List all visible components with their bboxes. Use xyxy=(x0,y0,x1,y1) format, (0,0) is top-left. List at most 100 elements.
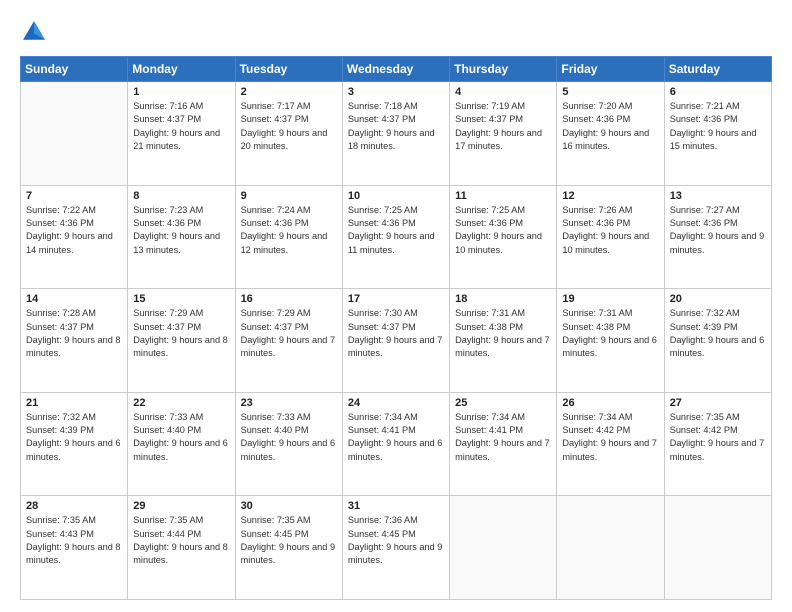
page: SundayMondayTuesdayWednesdayThursdayFrid… xyxy=(0,0,792,612)
day-number: 12 xyxy=(562,190,658,202)
calendar-week-row: 21 Sunrise: 7:32 AMSunset: 4:39 PMDayligh… xyxy=(21,392,772,496)
day-number: 5 xyxy=(562,86,658,98)
day-info: Sunrise: 7:26 AMSunset: 4:36 PMDaylight:… xyxy=(562,204,658,257)
calendar-cell: 29Sunrise: 7:35 AMSunset: 4:44 PMDayligh… xyxy=(128,496,235,600)
day-number: 17 xyxy=(348,293,444,305)
day-info: Sunrise: 7:34 AMSunset: 4:42 PMDaylight:… xyxy=(562,411,658,464)
calendar-cell: 9 Sunrise: 7:24 AMSunset: 4:36 PMDaylight… xyxy=(235,185,342,289)
weekday-header: Friday xyxy=(557,57,664,82)
day-info: Sunrise: 7:17 AMSunset: 4:37 PMDaylight:… xyxy=(241,100,337,153)
calendar-cell: 10 Sunrise: 7:25 AMSunset: 4:36 PMDayligh… xyxy=(342,185,449,289)
day-info: Sunrise: 7:31 AMSunset: 4:38 PMDaylight:… xyxy=(455,307,551,360)
day-info: Sunrise: 7:34 AMSunset: 4:41 PMDaylight:… xyxy=(455,411,551,464)
weekday-header: Sunday xyxy=(21,57,128,82)
day-number: 20 xyxy=(670,293,766,305)
calendar-cell: 23 Sunrise: 7:33 AMSunset: 4:40 PMDayligh… xyxy=(235,392,342,496)
calendar-cell: 11Sunrise: 7:25 AMSunset: 4:36 PMDayligh… xyxy=(450,185,557,289)
calendar-cell: 22 Sunrise: 7:33 AMSunset: 4:40 PMDayligh… xyxy=(128,392,235,496)
day-info: Sunrise: 7:35 AMSunset: 4:42 PMDaylight:… xyxy=(670,411,766,464)
day-info: Sunrise: 7:29 AMSunset: 4:37 PMDaylight:… xyxy=(241,307,337,360)
calendar-cell: 8 Sunrise: 7:23 AMSunset: 4:36 PMDaylight… xyxy=(128,185,235,289)
day-number: 16 xyxy=(241,293,337,305)
day-info: Sunrise: 7:32 AMSunset: 4:39 PMDaylight:… xyxy=(670,307,766,360)
day-number: 30 xyxy=(241,500,337,512)
day-number: 24 xyxy=(348,397,444,409)
calendar-cell: 19 Sunrise: 7:31 AMSunset: 4:38 PMDayligh… xyxy=(557,289,664,393)
day-info: Sunrise: 7:33 AMSunset: 4:40 PMDaylight:… xyxy=(133,411,229,464)
day-info: Sunrise: 7:23 AMSunset: 4:36 PMDaylight:… xyxy=(133,204,229,257)
day-number: 21 xyxy=(26,397,122,409)
logo xyxy=(20,18,52,46)
calendar-table: SundayMondayTuesdayWednesdayThursdayFrid… xyxy=(20,56,772,600)
calendar-cell: 6Sunrise: 7:21 AMSunset: 4:36 PMDaylight… xyxy=(664,82,771,186)
day-number: 6 xyxy=(670,86,766,98)
calendar-week-row: 28Sunrise: 7:35 AMSunset: 4:43 PMDayligh… xyxy=(21,496,772,600)
calendar-cell: 25 Sunrise: 7:34 AMSunset: 4:41 PMDayligh… xyxy=(450,392,557,496)
day-number: 14 xyxy=(26,293,122,305)
day-info: Sunrise: 7:20 AMSunset: 4:36 PMDaylight:… xyxy=(562,100,658,153)
day-number: 15 xyxy=(133,293,229,305)
day-number: 7 xyxy=(26,190,122,202)
calendar-week-row: 1 Sunrise: 7:16 AMSunset: 4:37 PMDaylight… xyxy=(21,82,772,186)
calendar-cell: 7 Sunrise: 7:22 AMSunset: 4:36 PMDaylight… xyxy=(21,185,128,289)
calendar-cell: 27 Sunrise: 7:35 AMSunset: 4:42 PMDayligh… xyxy=(664,392,771,496)
day-info: Sunrise: 7:27 AMSunset: 4:36 PMDaylight:… xyxy=(670,204,766,257)
weekday-header: Thursday xyxy=(450,57,557,82)
day-info: Sunrise: 7:33 AMSunset: 4:40 PMDaylight:… xyxy=(241,411,337,464)
weekday-header: Monday xyxy=(128,57,235,82)
weekday-header: Tuesday xyxy=(235,57,342,82)
day-number: 31 xyxy=(348,500,444,512)
calendar-cell xyxy=(664,496,771,600)
day-number: 10 xyxy=(348,190,444,202)
day-info: Sunrise: 7:22 AMSunset: 4:36 PMDaylight:… xyxy=(26,204,122,257)
day-number: 28 xyxy=(26,500,122,512)
calendar-cell: 31 Sunrise: 7:36 AMSunset: 4:45 PMDayligh… xyxy=(342,496,449,600)
day-info: Sunrise: 7:16 AMSunset: 4:37 PMDaylight:… xyxy=(133,100,229,153)
day-number: 27 xyxy=(670,397,766,409)
day-number: 3 xyxy=(348,86,444,98)
day-number: 26 xyxy=(562,397,658,409)
day-number: 19 xyxy=(562,293,658,305)
day-number: 11 xyxy=(455,190,551,202)
calendar-cell: 17 Sunrise: 7:30 AMSunset: 4:37 PMDayligh… xyxy=(342,289,449,393)
calendar-week-row: 7 Sunrise: 7:22 AMSunset: 4:36 PMDaylight… xyxy=(21,185,772,289)
day-number: 22 xyxy=(133,397,229,409)
day-info: Sunrise: 7:34 AMSunset: 4:41 PMDaylight:… xyxy=(348,411,444,464)
day-info: Sunrise: 7:31 AMSunset: 4:38 PMDaylight:… xyxy=(562,307,658,360)
calendar-cell: 30Sunrise: 7:35 AMSunset: 4:45 PMDayligh… xyxy=(235,496,342,600)
day-number: 1 xyxy=(133,86,229,98)
calendar-cell: 1 Sunrise: 7:16 AMSunset: 4:37 PMDaylight… xyxy=(128,82,235,186)
header xyxy=(20,18,772,46)
day-number: 18 xyxy=(455,293,551,305)
day-info: Sunrise: 7:30 AMSunset: 4:37 PMDaylight:… xyxy=(348,307,444,360)
day-info: Sunrise: 7:24 AMSunset: 4:36 PMDaylight:… xyxy=(241,204,337,257)
calendar-cell: 12 Sunrise: 7:26 AMSunset: 4:36 PMDayligh… xyxy=(557,185,664,289)
day-info: Sunrise: 7:29 AMSunset: 4:37 PMDaylight:… xyxy=(133,307,229,360)
day-info: Sunrise: 7:25 AMSunset: 4:36 PMDaylight:… xyxy=(348,204,444,257)
calendar-cell xyxy=(557,496,664,600)
day-number: 13 xyxy=(670,190,766,202)
calendar-cell: 14 Sunrise: 7:28 AMSunset: 4:37 PMDayligh… xyxy=(21,289,128,393)
day-number: 4 xyxy=(455,86,551,98)
day-info: Sunrise: 7:19 AMSunset: 4:37 PMDaylight:… xyxy=(455,100,551,153)
weekday-header: Saturday xyxy=(664,57,771,82)
calendar-cell: 5 Sunrise: 7:20 AMSunset: 4:36 PMDaylight… xyxy=(557,82,664,186)
day-number: 9 xyxy=(241,190,337,202)
calendar-cell xyxy=(21,82,128,186)
day-info: Sunrise: 7:35 AMSunset: 4:44 PMDaylight:… xyxy=(133,514,229,567)
day-number: 25 xyxy=(455,397,551,409)
day-info: Sunrise: 7:32 AMSunset: 4:39 PMDaylight:… xyxy=(26,411,122,464)
calendar-cell: 26 Sunrise: 7:34 AMSunset: 4:42 PMDayligh… xyxy=(557,392,664,496)
day-number: 8 xyxy=(133,190,229,202)
calendar-cell: 3Sunrise: 7:18 AMSunset: 4:37 PMDaylight… xyxy=(342,82,449,186)
day-info: Sunrise: 7:36 AMSunset: 4:45 PMDaylight:… xyxy=(348,514,444,567)
calendar-cell: 16 Sunrise: 7:29 AMSunset: 4:37 PMDayligh… xyxy=(235,289,342,393)
calendar-cell: 18 Sunrise: 7:31 AMSunset: 4:38 PMDayligh… xyxy=(450,289,557,393)
calendar-cell: 24 Sunrise: 7:34 AMSunset: 4:41 PMDayligh… xyxy=(342,392,449,496)
logo-icon xyxy=(20,18,48,46)
day-number: 23 xyxy=(241,397,337,409)
calendar-cell xyxy=(450,496,557,600)
calendar-cell: 21 Sunrise: 7:32 AMSunset: 4:39 PMDayligh… xyxy=(21,392,128,496)
day-number: 2 xyxy=(241,86,337,98)
day-info: Sunrise: 7:28 AMSunset: 4:37 PMDaylight:… xyxy=(26,307,122,360)
